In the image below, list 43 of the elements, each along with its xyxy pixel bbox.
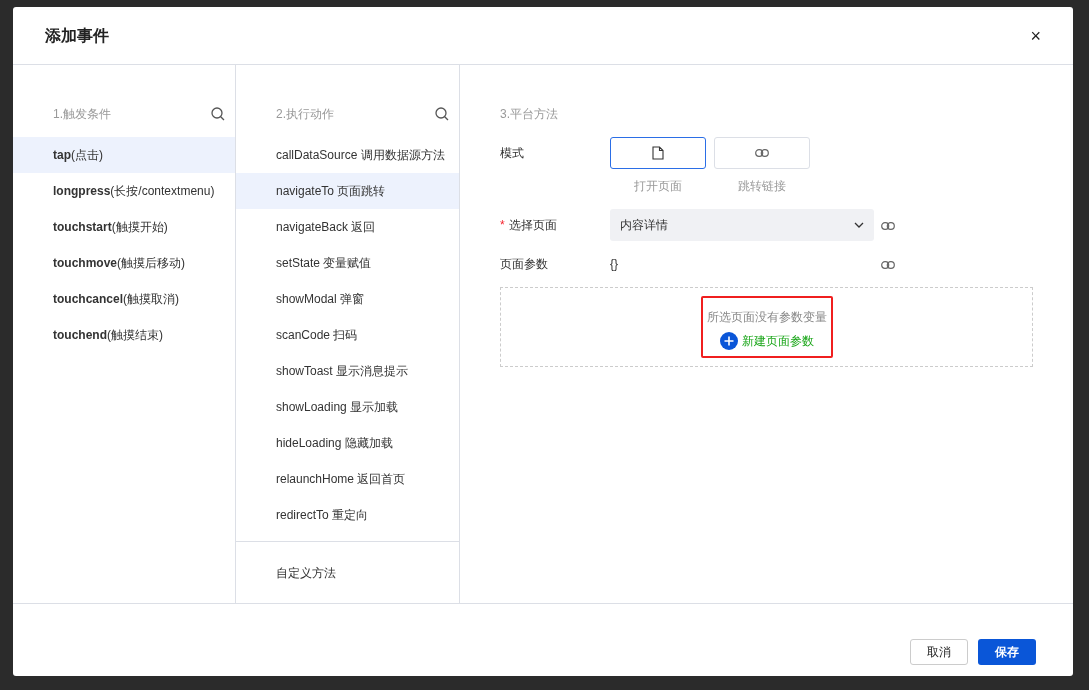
list-item[interactable]: navigateTo 页面跳转: [236, 173, 459, 209]
empty-message: 所选页面没有参数变量: [706, 309, 827, 326]
list-item[interactable]: setState 变量赋值: [236, 245, 459, 281]
list-item[interactable]: showModal 弹窗: [236, 281, 459, 317]
list-item[interactable]: 自定义方法: [236, 554, 459, 591]
list-item[interactable]: hideLoading 隐藏加载: [236, 425, 459, 461]
list-item[interactable]: tap(点击): [13, 137, 235, 173]
column-heading: 3.平台方法: [500, 106, 558, 123]
field-label: 选择页面: [508, 218, 557, 232]
save-button[interactable]: 保存: [978, 639, 1036, 665]
field-value: {}: [610, 256, 619, 273]
mode-caption: 打开页面: [633, 178, 683, 195]
field-label: 模式: [500, 145, 525, 162]
document-icon: [652, 146, 664, 160]
cancel-button[interactable]: 取消: [910, 639, 968, 665]
link-icon: [881, 221, 895, 230]
mode-caption: 跳转链接: [737, 178, 787, 195]
search-icon[interactable]: [211, 107, 225, 121]
field-label: 页面参数: [500, 256, 549, 273]
list-item[interactable]: redirectTo 重定向: [236, 497, 459, 533]
link-icon: [755, 149, 769, 157]
list-item[interactable]: touchstart(触摸开始): [13, 209, 235, 245]
required-mark: *: [500, 218, 505, 232]
column-heading: 1.触发条件: [53, 106, 111, 123]
list-item[interactable]: relaunchHome 返回首页: [236, 461, 459, 497]
list-item[interactable]: scanCode 扫码: [236, 317, 459, 353]
plus-circle-icon: [719, 332, 738, 350]
mode-option[interactable]: [610, 137, 706, 169]
close-button[interactable]: ×: [1026, 26, 1045, 45]
dialog-title: 添加事件: [45, 25, 109, 46]
list-item[interactable]: touchmove(触摸后移动): [13, 245, 235, 281]
page-select[interactable]: 内容详情: [610, 209, 874, 241]
list-item[interactable]: navigateBack 返回: [236, 209, 459, 245]
chevron-down-icon: [854, 222, 864, 228]
link-icon: [881, 260, 895, 269]
list-item[interactable]: showLoading 显示加载: [236, 389, 459, 425]
list-item[interactable]: touchcancel(触摸取消): [13, 281, 235, 317]
list-item[interactable]: longpress(长按/contextmenu): [13, 173, 235, 209]
search-icon[interactable]: [435, 107, 449, 121]
list-item[interactable]: showToast 显示消息提示: [236, 353, 459, 389]
column-heading: 2.执行动作: [276, 106, 334, 123]
list-item[interactable]: callDataSource 调用数据源方法: [236, 137, 459, 173]
list-item[interactable]: touchend(触摸结束): [13, 317, 235, 353]
